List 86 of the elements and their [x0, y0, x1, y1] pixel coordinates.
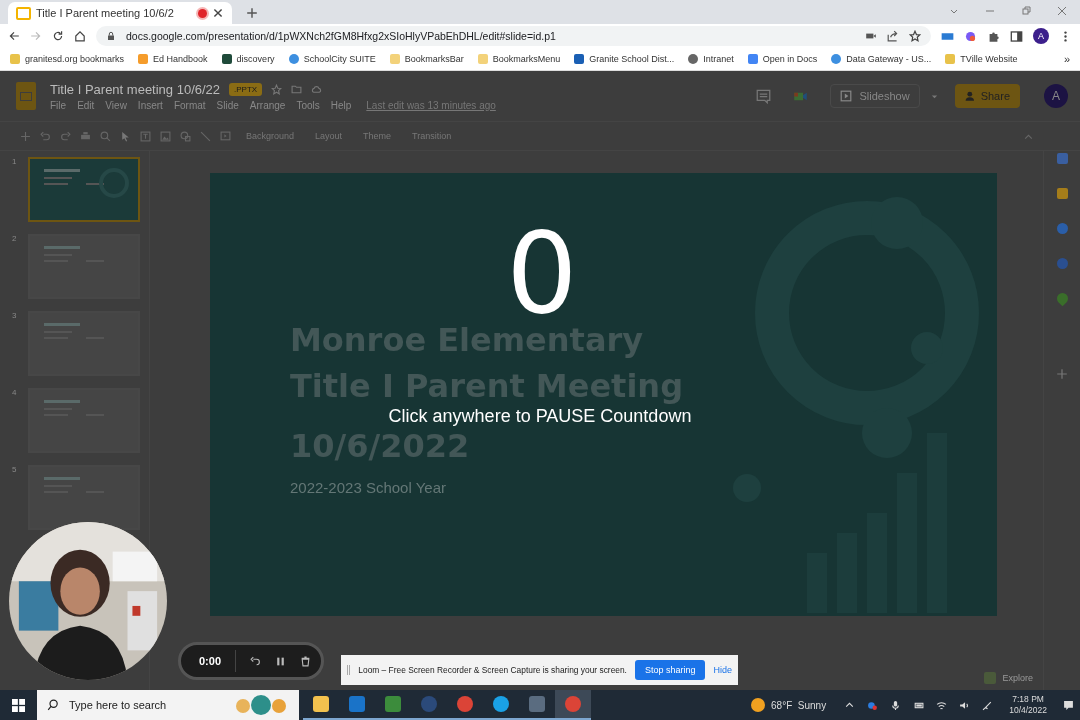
bookmark[interactable]: TVille Website [945, 54, 1018, 64]
share-icon[interactable] [887, 30, 899, 42]
address-field[interactable]: docs.google.com/presentation/d/1pWXNch2fGM8Hfxg2xSIoHlyVPabEhDHL/edit#slide=id.p1 [96, 26, 931, 46]
menu-item[interactable]: Insert [137, 99, 163, 111]
meet-icon[interactable] [867, 699, 879, 711]
taskbar-app[interactable] [555, 690, 591, 720]
bookmark[interactable]: BookmarksBar [389, 54, 464, 64]
countdown-message[interactable]: Click anywhere to PAUSE Countdown [210, 406, 870, 426]
print-icon[interactable] [80, 130, 91, 142]
cloud-icon[interactable] [311, 83, 323, 95]
menu-item[interactable]: Format [173, 99, 206, 111]
add-icon[interactable] [20, 130, 31, 142]
slides-icon [16, 6, 31, 20]
microphone-icon[interactable] [890, 699, 902, 711]
menu-item[interactable]: Tools [296, 99, 320, 111]
slide-thumbnail[interactable] [28, 311, 140, 376]
menu-item[interactable]: Help [330, 99, 352, 111]
weather-text[interactable]: 68°F Sunny [771, 699, 827, 711]
bookmark[interactable]: Data Gateway - US... [831, 54, 932, 64]
keep-icon[interactable] [1056, 188, 1068, 199]
play-icon [839, 90, 852, 102]
back-icon[interactable] [8, 30, 20, 42]
file-type-badge: .PPTX [229, 82, 263, 96]
menu-item[interactable]: File [50, 99, 67, 111]
image-icon[interactable] [160, 130, 171, 142]
slide-thumbnail[interactable] [28, 465, 140, 530]
bookmark[interactable]: Intranet [688, 54, 734, 64]
slide-number: 5 [12, 465, 18, 474]
slide-number: 3 [12, 311, 18, 320]
person-icon [964, 90, 977, 102]
notifications-icon[interactable] [1063, 699, 1074, 711]
lock-icon [106, 31, 116, 41]
profile-avatar[interactable]: A [1033, 28, 1049, 44]
slide-thumbnail[interactable] [28, 388, 140, 453]
shape-icon[interactable] [180, 130, 191, 142]
text-box-icon[interactable] [140, 130, 151, 142]
bookmark[interactable]: Granite School Dist... [574, 54, 675, 64]
trash-icon[interactable] [300, 655, 312, 667]
add-icon[interactable] [1056, 368, 1068, 380]
slide-thumbnail[interactable] [28, 157, 140, 222]
bookmark[interactable]: granitesd.org bookmarks [10, 54, 125, 64]
hide-button[interactable]: Hide [713, 665, 732, 675]
bookmark[interactable]: BookmarksMenu [477, 54, 561, 64]
explore-button[interactable]: Explore [984, 672, 1033, 684]
menu-item[interactable]: Edit [77, 99, 95, 111]
slide-thumbnail[interactable] [28, 234, 140, 299]
close-icon[interactable] [212, 7, 224, 19]
stop-sharing-button[interactable]: Stop sharing [634, 660, 706, 680]
menu-item[interactable]: View [105, 99, 127, 111]
taskbar-clock[interactable]: 7:18 PM 10/4/2022 [1009, 694, 1047, 716]
taskbar-search-field[interactable]: Type here to search [67, 698, 201, 712]
pause-icon[interactable] [275, 655, 287, 667]
zoom-icon[interactable] [100, 130, 111, 142]
bookmark[interactable]: Ed Handbook [138, 54, 208, 64]
restore-icon[interactable] [1021, 6, 1031, 16]
wifi-icon[interactable] [936, 699, 948, 711]
weather-icon[interactable] [751, 698, 765, 712]
slide-subtitle: 2022-2023 School Year [290, 479, 446, 496]
windows-start-icon[interactable] [12, 698, 25, 712]
pen-icon[interactable] [982, 699, 994, 711]
countdown-number: 0 [506, 225, 578, 321]
pointer-icon[interactable] [120, 130, 131, 142]
new-tab-icon[interactable] [246, 7, 258, 19]
drag-handle[interactable] [347, 665, 351, 675]
browser-tab[interactable]: Title I Parent meeting 10/6/2 [8, 2, 232, 24]
slideshow-button[interactable]: Slideshow [829, 84, 920, 108]
account-avatar[interactable]: A [1044, 84, 1068, 108]
undo-icon[interactable] [250, 655, 262, 667]
bookmark[interactable]: discovery [221, 54, 275, 64]
menu-item[interactable]: Arrange [249, 99, 286, 111]
document-title[interactable]: Title I Parent meeting 10/6/22 [50, 81, 221, 97]
comment-icon[interactable] [755, 88, 771, 104]
more-bookmarks[interactable]: » [1063, 53, 1070, 65]
bookmark[interactable]: Open in Docs [747, 54, 818, 64]
bookmark[interactable]: SchoolCity SUITE [288, 54, 376, 64]
recording-timer: 0:00 [199, 655, 222, 667]
home-icon[interactable] [74, 30, 86, 42]
menu-item[interactable]: Slide [216, 99, 239, 111]
sharing-message: Loom – Free Screen Recorder & Screen Capture is sharing your screen. [358, 665, 627, 675]
folder-icon[interactable] [291, 83, 303, 95]
slide-number: 1 [12, 157, 18, 166]
search-icon[interactable] [47, 699, 59, 711]
reload-icon[interactable] [52, 30, 64, 42]
star-icon[interactable] [909, 30, 921, 42]
side-panel-icon[interactable] [1010, 29, 1023, 43]
star-icon[interactable] [271, 83, 283, 95]
